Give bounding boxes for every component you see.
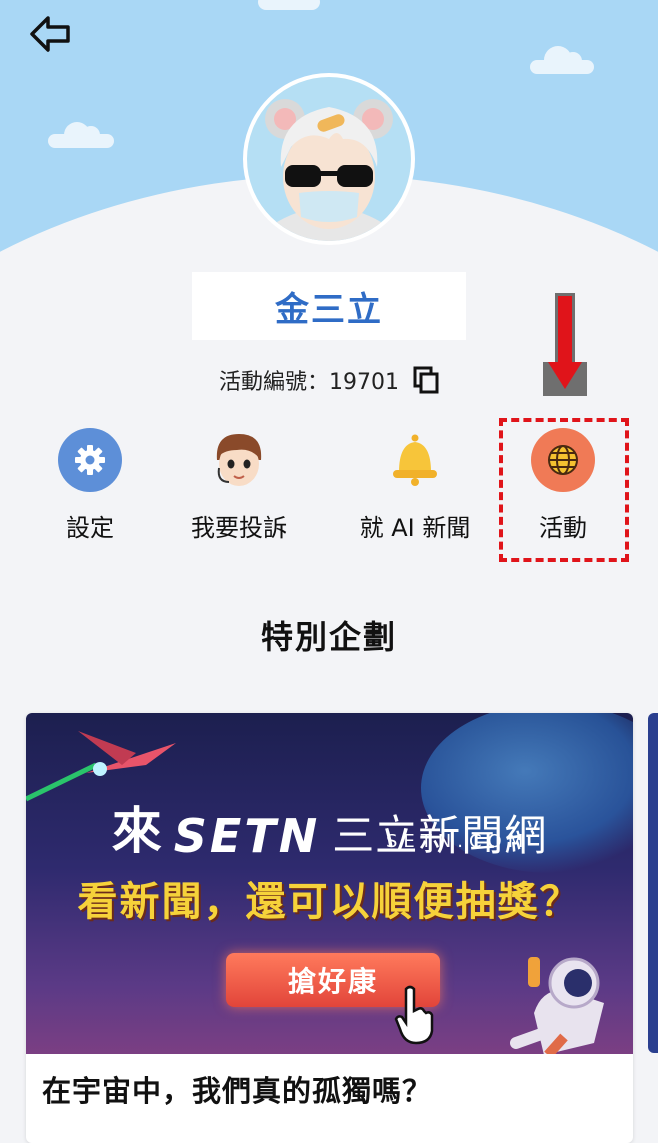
back-button[interactable] — [28, 14, 72, 54]
profile-name: 金三立 — [275, 289, 383, 330]
copy-icon[interactable] — [413, 366, 439, 394]
section-title: 特別企劃 — [260, 618, 397, 656]
complaint-button[interactable]: 我要投訴 — [164, 424, 314, 554]
pointer-hand-icon — [394, 985, 434, 1045]
brand-lai: 來 — [111, 801, 162, 860]
settings-label: 設定 — [66, 514, 114, 542]
brand-setn: SETN — [173, 809, 321, 863]
annotation-highlight-box — [499, 418, 629, 562]
promo-banner[interactable]: 來 SETN 三立新聞網 SETN.COM 看新聞，還可以順便抽獎？ 搶好康 — [26, 713, 633, 1054]
complaint-avatar-icon — [207, 428, 271, 492]
ai-news-button[interactable]: 就 AI 新聞 — [340, 424, 490, 554]
avatar[interactable] — [243, 73, 415, 245]
cloud-decoration — [530, 46, 594, 74]
gear-icon — [58, 428, 122, 492]
ai-news-label: 就 AI 新聞 — [359, 514, 471, 542]
settings-button[interactable]: 設定 — [15, 424, 165, 554]
brand-row: 來 SETN 三立新聞網 — [26, 791, 633, 863]
astronaut-icon — [510, 957, 604, 1054]
brand-domain: SETN.COM — [386, 831, 530, 852]
back-arrow-icon — [30, 16, 70, 52]
avatar-illustration — [265, 99, 393, 241]
next-card-peek[interactable] — [648, 713, 658, 1053]
member-id-text: 活動編號：19701 — [219, 370, 399, 395]
cloud-decoration — [258, 0, 320, 10]
annotation-arrow — [555, 293, 575, 365]
grab-deal-label: 搶好康 — [287, 965, 378, 998]
cloud-decoration — [48, 122, 114, 148]
annotation-arrow-head-fill — [548, 362, 582, 389]
feature-card[interactable]: 來 SETN 三立新聞網 SETN.COM 看新聞，還可以順便抽獎？ 搶好康 在… — [26, 713, 633, 1143]
complaint-label: 我要投訴 — [191, 514, 287, 542]
card-title: 在宇宙中，我們真的孤獨嗎？ — [42, 1074, 433, 1108]
promo-slogan: 看新聞，還可以順便抽獎？ — [77, 879, 582, 925]
bell-icon — [383, 428, 447, 492]
profile-name-box: 金三立 — [192, 272, 466, 340]
